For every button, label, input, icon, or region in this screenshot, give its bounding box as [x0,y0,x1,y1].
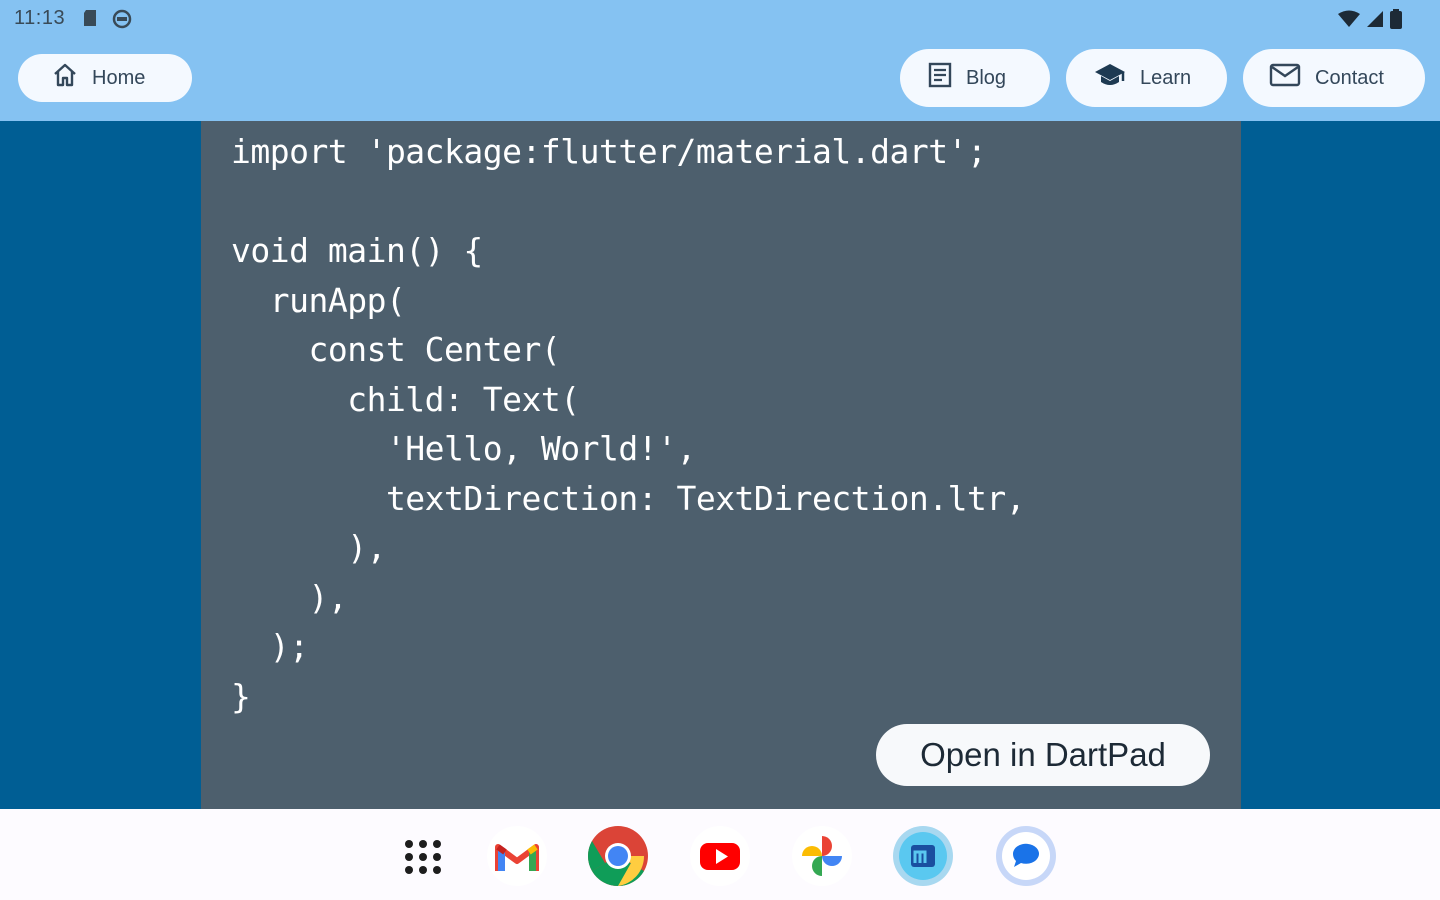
learn-button[interactable]: Learn [1066,49,1227,107]
code-line: } [231,676,251,716]
app-drawer-icon[interactable] [392,825,454,887]
blog-label: Blog [966,66,1007,89]
open-in-dartpad-button[interactable]: Open in DartPad [876,724,1210,786]
wifi-icon [1338,10,1360,33]
flutter-app-icon[interactable] [892,825,954,887]
mail-icon [1269,63,1301,93]
code-line: 'Hello, World!', [231,429,696,468]
code-line: child: Text( [231,379,580,419]
learn-label: Learn [1140,66,1192,89]
contact-button[interactable]: Contact [1243,49,1425,107]
code-line: textDirection: TextDirection.ltr, [231,478,1026,518]
code-line: void main() { [231,231,483,270]
status-icons-left [82,9,132,34]
cell-signal-icon [1366,10,1384,33]
photos-icon[interactable] [791,825,853,887]
status-icons-right [1338,9,1402,34]
app-bar: 11:13 Home Blog Learn Contact [0,0,1440,121]
home-label: Home [92,66,146,89]
chrome-icon[interactable] [587,825,649,887]
vpn-icon [112,9,132,34]
code-line: import 'package:flutter/material.dart'; [231,132,987,171]
article-icon [928,62,952,94]
sd-card-icon [82,9,98,34]
code-line: runApp( [231,280,406,320]
code-line: ), [231,577,348,617]
battery-icon [1390,9,1402,34]
code-line: ); [231,627,309,666]
blog-button[interactable]: Blog [900,49,1050,107]
home-icon [52,63,78,93]
taskbar-dock [0,809,1440,900]
code-panel: import 'package:flutter/material.dart'; … [201,121,1241,809]
code-block: import 'package:flutter/material.dart'; … [231,127,1026,721]
gmail-icon[interactable] [486,825,548,887]
contact-label: Contact [1315,66,1384,89]
code-line: ), [231,528,386,567]
code-line: const Center( [231,330,561,369]
home-button[interactable]: Home [18,54,192,102]
messages-icon[interactable] [995,825,1057,887]
school-icon [1094,62,1126,94]
youtube-icon[interactable] [689,825,751,887]
status-time: 11:13 [14,7,66,29]
